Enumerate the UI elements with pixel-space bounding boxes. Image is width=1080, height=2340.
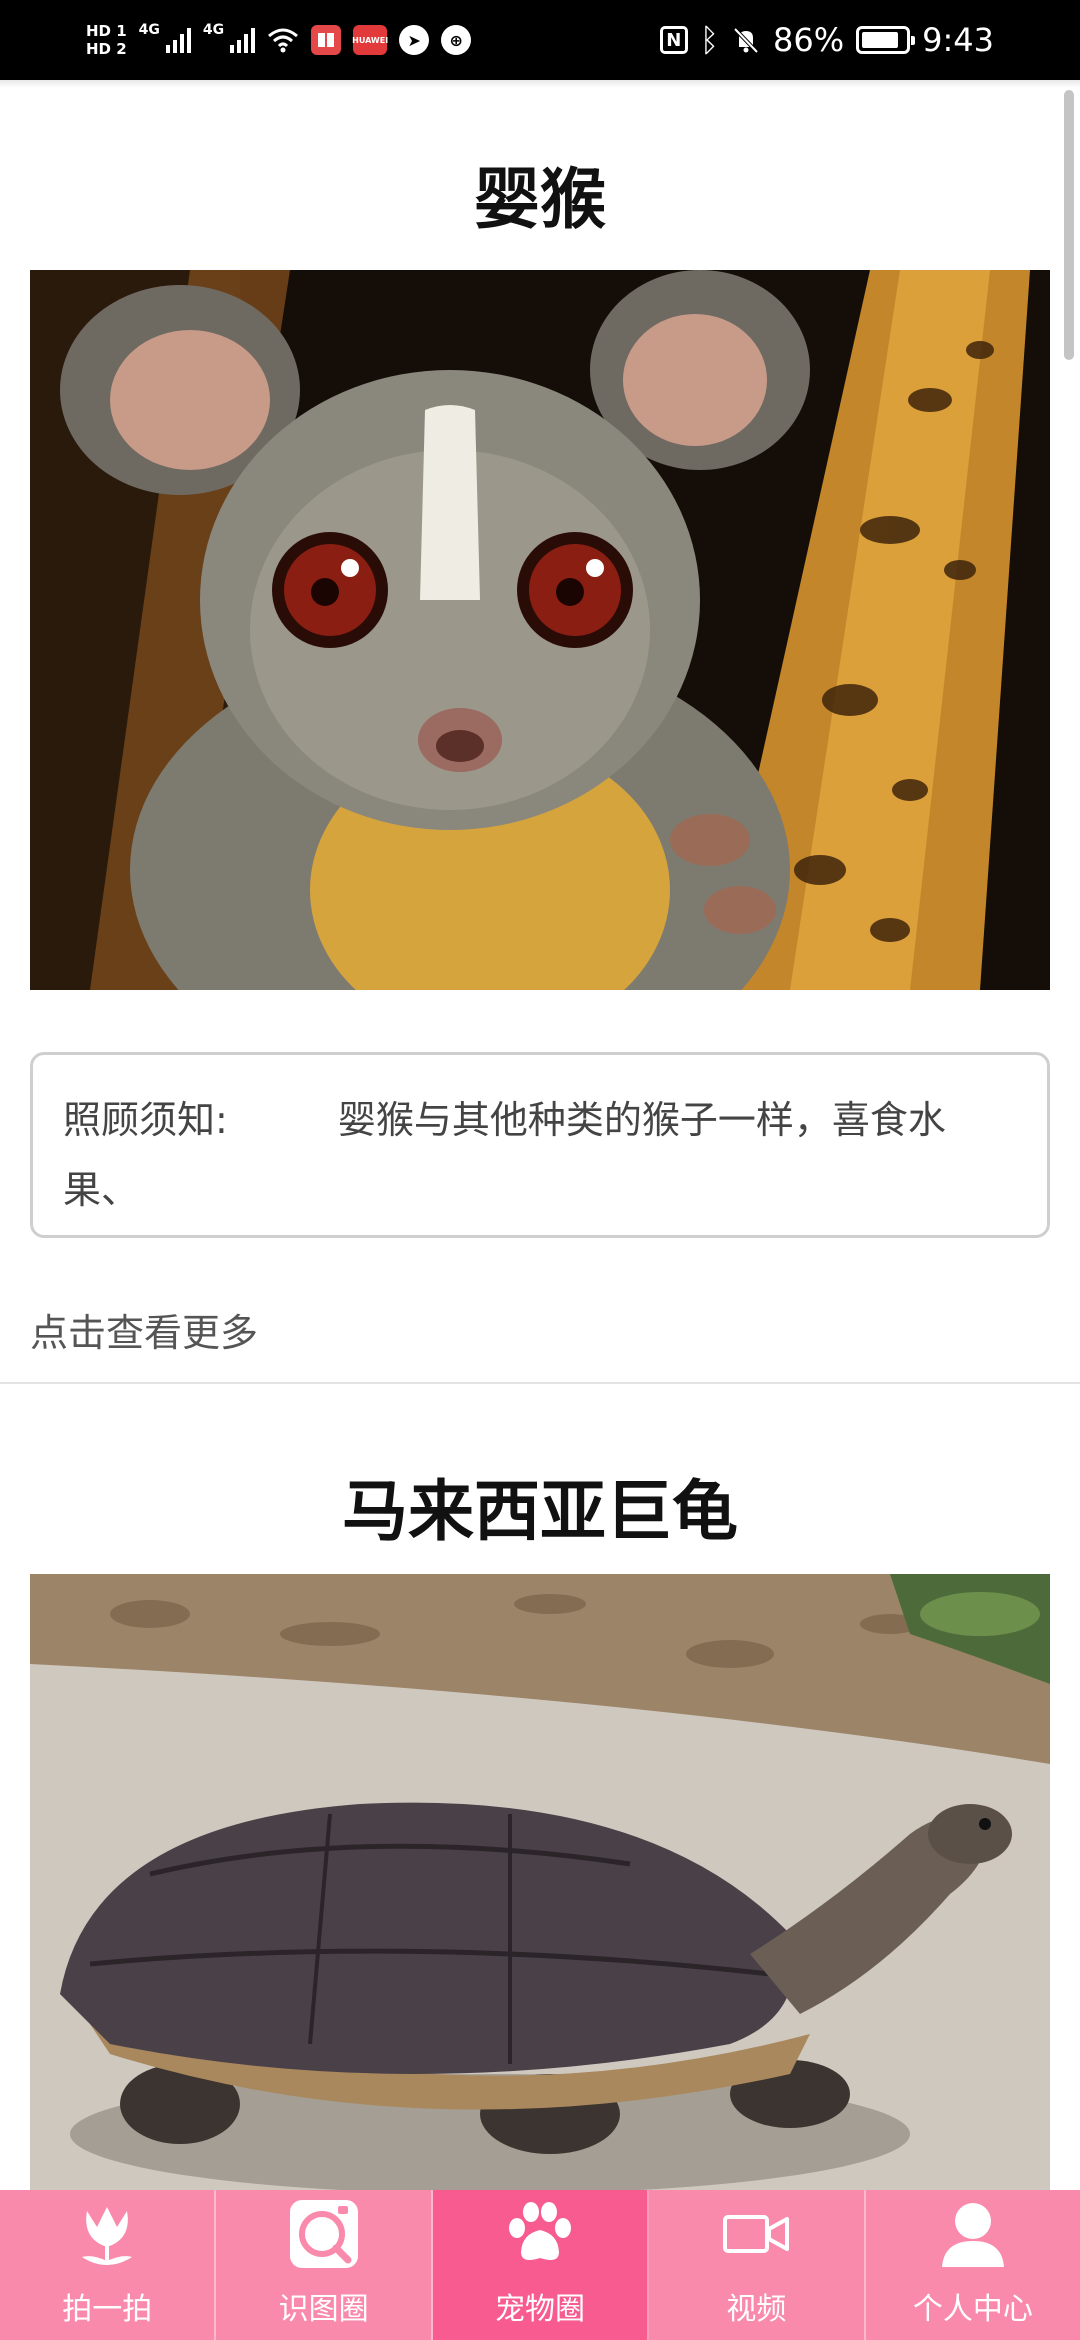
- nav-item-image-recognition[interactable]: 识图圈: [216, 2190, 433, 2340]
- huawei-app-label: HUAWEI: [352, 35, 389, 45]
- hd-indicator: HD 1 HD 2: [86, 22, 127, 58]
- bottom-nav: 拍一拍 识图圈 宠物圈 视频 个人中心: [0, 2190, 1080, 2340]
- network-type-2: 4G: [202, 22, 225, 38]
- network-type-1: 4G: [138, 22, 160, 38]
- pet-title: 婴猴: [474, 161, 606, 238]
- book-app-icon: [311, 25, 342, 55]
- nav-label-snap: 拍一拍: [62, 2292, 153, 2327]
- mute-bell-icon: [733, 27, 759, 54]
- globe-app-icon: ⊕: [441, 25, 472, 55]
- nav-label-pet-circle: 宠物圈: [495, 2292, 586, 2327]
- wifi-icon: [268, 28, 299, 53]
- view-more-link[interactable]: 点击查看更多: [0, 1238, 1080, 1382]
- care-notice-label: 照顾须知:: [63, 1098, 228, 1142]
- user-icon: [933, 2194, 1013, 2274]
- nav-item-video[interactable]: 视频: [649, 2190, 866, 2340]
- pet-feed[interactable]: 婴猴 照顾须知: 婴猴与其他种类的猴子一样，喜食水果、 点击查看更多 马来西亚巨…: [0, 80, 1080, 2190]
- tulip-icon: [67, 2194, 147, 2274]
- status-right: N ᛒ 86% 9:43: [659, 21, 994, 59]
- pet-card: 马来西亚巨龟: [0, 1384, 1080, 2190]
- screen: HD 1 HD 2 4G 4G HUAWEI ➤ ⊕ N ᛒ 86% 9:43 …: [0, 0, 1080, 2340]
- huawei-app-icon: HUAWEI: [352, 25, 389, 55]
- turtle-image: [30, 1574, 1050, 2190]
- battery-fill: [862, 32, 899, 48]
- nav-item-pet-circle[interactable]: 宠物圈: [432, 2190, 650, 2340]
- battery-icon: [856, 26, 916, 54]
- hd2-label: HD 2: [86, 40, 127, 58]
- clock: 9:43: [922, 21, 994, 59]
- turtle-photo[interactable]: [30, 1574, 1050, 2190]
- status-left: HD 1 HD 2 4G 4G HUAWEI ➤ ⊕: [86, 22, 472, 58]
- pet-title: 马来西亚巨龟: [342, 1473, 738, 1550]
- galago-image: [30, 270, 1050, 990]
- paw-icon: [500, 2194, 580, 2274]
- care-notice[interactable]: 照顾须知: 婴猴与其他种类的猴子一样，喜食水果、: [30, 1052, 1050, 1238]
- nav-label-image-recognition: 识图圈: [278, 2292, 369, 2327]
- signal-icon: [165, 27, 191, 53]
- nav-label-profile: 个人中心: [912, 2292, 1033, 2327]
- signal-icon-2: [230, 27, 256, 53]
- nav-label-video: 视频: [726, 2292, 787, 2327]
- hd1-label: HD 1: [86, 22, 127, 40]
- battery-percent: 86%: [773, 21, 845, 59]
- nav-item-snap[interactable]: 拍一拍: [0, 2190, 217, 2340]
- image-search-icon: [284, 2194, 364, 2274]
- nfc-icon: N: [659, 26, 688, 54]
- nav-item-profile[interactable]: 个人中心: [866, 2190, 1080, 2340]
- send-app-icon: ➤: [399, 25, 430, 55]
- pet-card: 婴猴 照顾须知: 婴猴与其他种类的猴子一样，喜食水果、 点击查看更多: [0, 80, 1080, 1384]
- video-icon: [716, 2194, 796, 2274]
- status-bar: HD 1 HD 2 4G 4G HUAWEI ➤ ⊕ N ᛒ 86% 9:43: [0, 0, 1080, 80]
- galago-photo[interactable]: [30, 270, 1050, 990]
- bluetooth-icon: ᛒ: [699, 21, 720, 59]
